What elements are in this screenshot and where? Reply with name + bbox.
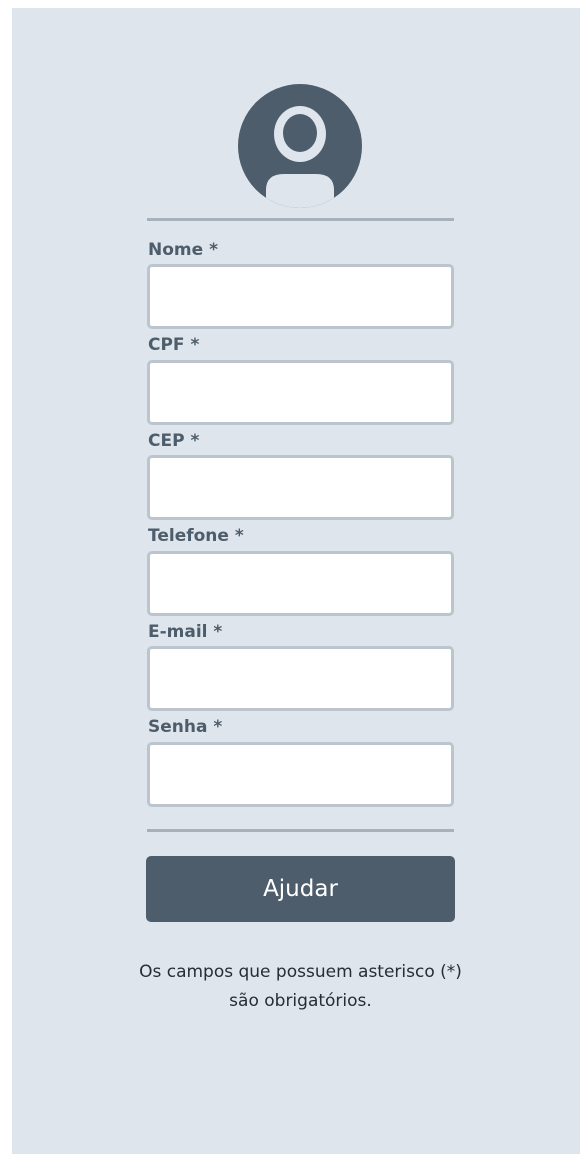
required-note-line-1: Os campos que possuem asterisco (*): [139, 962, 462, 982]
cep-input[interactable]: [147, 455, 454, 520]
telefone-input[interactable]: [147, 551, 454, 616]
nome-input[interactable]: [147, 264, 454, 329]
cpf-input[interactable]: [147, 360, 454, 425]
required-note-line-2: são obrigatórios.: [229, 991, 372, 1011]
ajudar-button[interactable]: Ajudar: [146, 856, 455, 922]
cpf-label: CPF *: [148, 335, 200, 355]
email-label: E-mail *: [148, 622, 223, 642]
bottom-divider: [147, 829, 454, 832]
user-avatar-icon: [238, 84, 362, 208]
top-divider: [147, 218, 454, 221]
email-input[interactable]: [147, 646, 454, 711]
senha-input[interactable]: [147, 742, 454, 807]
telefone-label: Telefone *: [148, 526, 244, 546]
page-background: Nome * CPF * CEP * Telefone * E-mail * S…: [12, 8, 580, 1154]
senha-label: Senha *: [148, 717, 223, 737]
nome-label: Nome *: [148, 240, 218, 260]
required-fields-note: Os campos que possuem asterisco (*) são …: [12, 958, 580, 1016]
cep-label: CEP *: [148, 431, 200, 451]
